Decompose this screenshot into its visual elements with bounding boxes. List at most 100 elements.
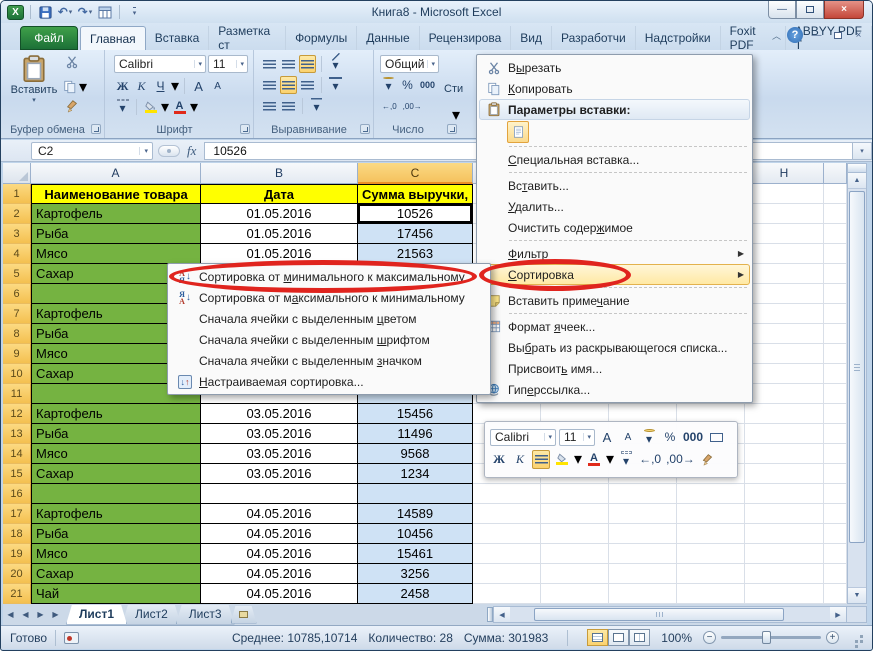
row-header-2[interactable]: 2 bbox=[3, 204, 31, 224]
cell-empty[interactable] bbox=[824, 504, 847, 524]
cell-empty[interactable] bbox=[541, 564, 609, 584]
align-middle-button[interactable] bbox=[280, 55, 297, 73]
cell-empty[interactable] bbox=[677, 524, 745, 544]
prev-sheet-button[interactable]: ◀ bbox=[18, 607, 33, 622]
cell-empty[interactable] bbox=[745, 204, 824, 224]
cell-A15[interactable]: Сахар bbox=[31, 464, 201, 484]
chevron-down-icon[interactable]: ▾ bbox=[606, 449, 614, 469]
cell-B1[interactable]: Дата bbox=[201, 184, 358, 204]
column-header-B[interactable]: B bbox=[201, 163, 358, 184]
currency-format-button[interactable]: ▾ bbox=[380, 76, 397, 94]
decrease-decimal-button[interactable]: ,00→ bbox=[401, 97, 424, 115]
row-header-10[interactable]: 10 bbox=[3, 364, 31, 384]
zoom-level[interactable]: 100% bbox=[661, 631, 692, 645]
cell-empty[interactable] bbox=[745, 464, 824, 484]
chevron-down-icon[interactable]: ▾ bbox=[171, 76, 179, 96]
align-bottom-button[interactable] bbox=[299, 55, 316, 73]
cell-empty[interactable] bbox=[609, 484, 677, 504]
cell-empty[interactable] bbox=[609, 584, 677, 604]
cell-empty[interactable] bbox=[824, 184, 847, 204]
zoom-out-button[interactable]: − bbox=[703, 631, 716, 644]
cell-empty[interactable] bbox=[824, 484, 847, 504]
cell-empty[interactable] bbox=[473, 484, 541, 504]
mini-currency-button[interactable]: ▾ bbox=[640, 428, 658, 447]
cell-B12[interactable]: 03.05.2016 bbox=[201, 404, 358, 424]
cell-A4[interactable]: Мясо bbox=[31, 244, 201, 264]
redo-button[interactable]: ↷▾ bbox=[77, 4, 93, 20]
cell-empty[interactable] bbox=[824, 344, 847, 364]
cell-empty[interactable] bbox=[541, 584, 609, 604]
cell-empty[interactable] bbox=[745, 504, 824, 524]
workbook-close-button[interactable]: × bbox=[851, 29, 866, 42]
dialog-launcher-icon[interactable] bbox=[360, 124, 370, 134]
borders-button[interactable]: ▾ bbox=[114, 98, 131, 116]
cell-empty[interactable] bbox=[677, 484, 745, 504]
cell-empty[interactable] bbox=[745, 184, 824, 204]
table-tool-icon[interactable] bbox=[97, 4, 113, 20]
copy-button[interactable]: ▾ bbox=[63, 77, 87, 97]
cell-empty[interactable] bbox=[745, 264, 824, 284]
cell-empty[interactable] bbox=[824, 444, 847, 464]
minimize-button[interactable]: — bbox=[768, 1, 796, 19]
cell-empty[interactable] bbox=[824, 524, 847, 544]
cell-empty[interactable] bbox=[541, 544, 609, 564]
cell-B16[interactable] bbox=[201, 484, 358, 504]
dialog-launcher-icon[interactable] bbox=[91, 124, 101, 134]
cell-empty[interactable] bbox=[609, 544, 677, 564]
cell-empty[interactable] bbox=[824, 584, 847, 604]
customize-qat-icon[interactable]: ▾ bbox=[126, 4, 142, 20]
cell-empty[interactable] bbox=[824, 564, 847, 584]
cell-C18[interactable]: 10456 bbox=[358, 524, 473, 544]
column-header-A[interactable]: A bbox=[31, 163, 201, 184]
cell-C3[interactable]: 17456 bbox=[358, 224, 473, 244]
cell-empty[interactable] bbox=[541, 524, 609, 544]
mini-grow-font-button[interactable]: А bbox=[598, 428, 616, 447]
close-button[interactable]: × bbox=[824, 1, 864, 19]
collapse-ribbon-icon[interactable]: ︿ bbox=[772, 29, 781, 42]
comma-format-button[interactable]: 000 bbox=[418, 76, 437, 94]
cell-empty[interactable] bbox=[824, 304, 847, 324]
tab-Рецензирова[interactable]: Рецензирова bbox=[420, 26, 512, 50]
number-format-combo[interactable]: Общий▾ bbox=[380, 55, 439, 73]
underline-button[interactable]: Ч bbox=[152, 77, 169, 95]
row-header-5[interactable]: 5 bbox=[3, 264, 31, 284]
cell-B19[interactable]: 04.05.2016 bbox=[201, 544, 358, 564]
menu-item-sort-min-to-max[interactable]: АЯ↓Сортировка от минимального к максимал… bbox=[170, 266, 488, 287]
cell-C4[interactable]: 21563 bbox=[358, 244, 473, 264]
cell-B13[interactable]: 03.05.2016 bbox=[201, 424, 358, 444]
font-color-button[interactable]: А bbox=[171, 98, 188, 116]
chevron-down-icon[interactable]: ▾ bbox=[574, 449, 582, 469]
align-right-button[interactable] bbox=[299, 76, 316, 94]
menu-item-pick-from-list[interactable]: Выбрать из раскрывающегося списка... bbox=[479, 337, 750, 358]
cell-empty[interactable] bbox=[745, 284, 824, 304]
italic-button[interactable]: К bbox=[133, 77, 150, 95]
menu-item-define-name[interactable]: Присвоить имя... bbox=[479, 358, 750, 379]
row-header-20[interactable]: 20 bbox=[3, 564, 31, 584]
cell-C15[interactable]: 1234 bbox=[358, 464, 473, 484]
font-size-combo[interactable]: 11▾ bbox=[208, 55, 248, 73]
menu-item-copy[interactable]: Копировать bbox=[479, 78, 750, 99]
tab-Разметка ст[interactable]: Разметка ст bbox=[209, 26, 286, 50]
cell-B17[interactable]: 04.05.2016 bbox=[201, 504, 358, 524]
cell-C21[interactable]: 2458 bbox=[358, 584, 473, 604]
cell-B21[interactable]: 04.05.2016 bbox=[201, 584, 358, 604]
row-header-6[interactable]: 6 bbox=[3, 284, 31, 304]
maximize-button[interactable] bbox=[796, 1, 824, 19]
mini-italic-button[interactable]: К bbox=[511, 450, 529, 469]
cell-empty[interactable] bbox=[824, 244, 847, 264]
cell-empty[interactable] bbox=[677, 584, 745, 604]
row-header-21[interactable]: 21 bbox=[3, 584, 31, 604]
scroll-right-icon[interactable]: ▶ bbox=[830, 607, 846, 622]
cell-empty[interactable] bbox=[824, 224, 847, 244]
paste-button[interactable]: Вставить ▾ bbox=[8, 54, 60, 130]
cell-A19[interactable]: Мясо bbox=[31, 544, 201, 564]
cell-empty[interactable] bbox=[745, 544, 824, 564]
grow-font-button[interactable]: А bbox=[190, 77, 207, 95]
merge-center-button[interactable]: ▾ bbox=[327, 76, 344, 94]
help-icon[interactable]: ? bbox=[787, 27, 803, 43]
cell-C19[interactable]: 15461 bbox=[358, 544, 473, 564]
cut-button[interactable] bbox=[65, 55, 79, 69]
cell-C12[interactable]: 15456 bbox=[358, 404, 473, 424]
cell-empty[interactable] bbox=[745, 244, 824, 264]
mini-increase-decimal-button[interactable]: ←,0 bbox=[638, 450, 662, 469]
